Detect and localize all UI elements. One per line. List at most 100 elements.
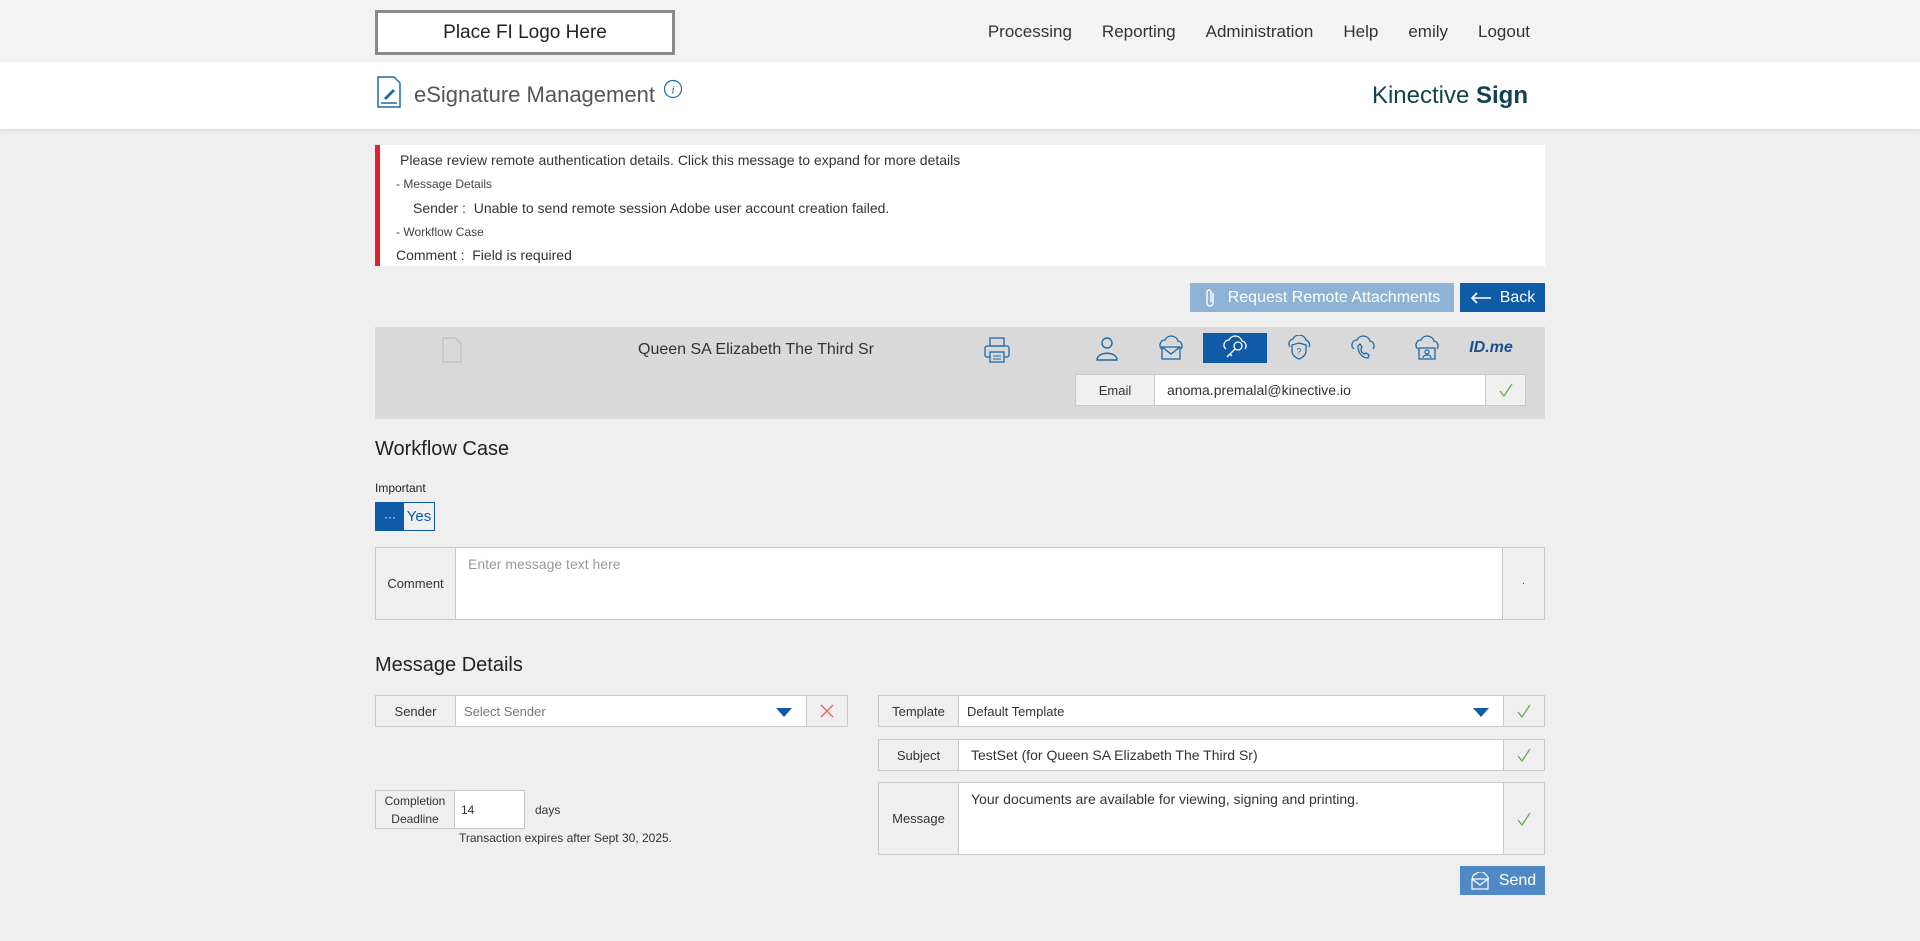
- toggle-knob: ···: [376, 503, 404, 530]
- send-button[interactable]: Send: [1460, 866, 1545, 895]
- cloud-mail-icon: [1159, 335, 1183, 360]
- request-remote-attachments-button[interactable]: Request Remote Attachments: [1190, 283, 1454, 312]
- alert-summary[interactable]: Please review remote authentication deta…: [400, 152, 960, 168]
- auth-cloud-id[interactable]: [1395, 333, 1459, 363]
- important-label: Important: [375, 481, 426, 495]
- subject-valid-indicator: [1503, 740, 1544, 770]
- cloud-phone-icon: [1351, 335, 1375, 359]
- alert-comment-message: Field is required: [472, 247, 572, 263]
- subject-label: Subject: [879, 740, 959, 770]
- nav-item-reporting[interactable]: Reporting: [1102, 22, 1176, 42]
- auth-cloud-key[interactable]: [1203, 333, 1267, 363]
- brand-name-bold: Sign: [1476, 82, 1528, 109]
- alert-sender-error: Sender : Unable to send remote session A…: [413, 200, 889, 216]
- request-remote-attachments-label: Request Remote Attachments: [1227, 288, 1441, 306]
- template-valid-indicator: [1503, 696, 1544, 726]
- sender-row: Sender Select Sender: [375, 695, 848, 727]
- template-select-value: Default Template: [967, 703, 1065, 719]
- person-icon: [1096, 337, 1118, 361]
- alert-sender-field: Sender :: [413, 200, 466, 216]
- checkmark-icon: [1517, 748, 1531, 763]
- checkmark-icon: [1517, 812, 1531, 826]
- sender-select-value: Select Sender: [464, 703, 546, 719]
- completion-deadline-row: Completion Deadline 14 days: [375, 790, 560, 829]
- nav-item-user[interactable]: emily: [1408, 22, 1448, 42]
- close-icon: [820, 704, 834, 718]
- comment-required-indicator: ·: [1503, 548, 1544, 619]
- fi-logo-placeholder: Place FI Logo Here: [375, 10, 675, 55]
- auth-cloud-phone[interactable]: [1331, 333, 1395, 363]
- page-title: eSignature Management: [414, 82, 655, 107]
- completion-deadline-label: Completion Deadline: [375, 790, 455, 829]
- important-toggle[interactable]: ··· Yes: [375, 502, 435, 531]
- email-row: Email anoma.premalal@kinective.io: [1075, 374, 1526, 406]
- subject-row: Subject TestSet (for Queen SA Elizabeth …: [878, 739, 1545, 771]
- authentication-methods: ? ID.me: [1075, 333, 1523, 363]
- sender-select[interactable]: Select Sender: [456, 696, 806, 726]
- template-select[interactable]: Default Template: [959, 696, 1503, 726]
- paperclip-icon: [1206, 288, 1214, 307]
- document-icon[interactable]: [442, 337, 462, 363]
- message-label: Message: [879, 783, 959, 854]
- completion-deadline-input[interactable]: 14: [455, 790, 525, 829]
- signer-name: Queen SA Elizabeth The Third Sr: [638, 341, 874, 358]
- email-valid-indicator: [1486, 374, 1526, 406]
- completion-deadline-unit: days: [535, 802, 561, 817]
- alert-section-message-details[interactable]: - Message Details: [396, 177, 492, 191]
- template-label: Template: [879, 696, 959, 726]
- alert-comment-field: Comment :: [396, 247, 465, 263]
- subject-field[interactable]: TestSet (for Queen SA Elizabeth The Thir…: [959, 740, 1503, 770]
- nav-item-processing[interactable]: Processing: [988, 22, 1072, 42]
- nav-item-logout[interactable]: Logout: [1478, 22, 1530, 42]
- nav-item-help[interactable]: Help: [1343, 22, 1378, 42]
- info-icon[interactable]: i: [663, 79, 683, 99]
- comment-input[interactable]: Enter message text here: [456, 548, 1503, 619]
- svg-text:i: i: [671, 83, 674, 97]
- checkmark-icon: [1498, 383, 1513, 398]
- svg-text:?: ?: [1296, 347, 1301, 357]
- back-button[interactable]: Back: [1460, 283, 1545, 312]
- idme-icon: ID.me: [1469, 339, 1513, 356]
- message-details-title: Message Details: [375, 654, 523, 676]
- email-label: Email: [1075, 374, 1155, 406]
- back-label: Back: [1499, 288, 1536, 306]
- toggle-value: Yes: [406, 508, 432, 525]
- message-valid-indicator: [1503, 783, 1544, 854]
- transaction-expiry-note: Transaction expires after Sept 30, 2025.: [459, 831, 673, 845]
- comment-row: Comment Enter message text here ·: [375, 547, 1545, 620]
- message-row: Message Your documents are available for…: [878, 782, 1545, 855]
- arrow-left-icon: [1470, 291, 1491, 304]
- alert-section-workflow-case[interactable]: - Workflow Case: [396, 225, 484, 239]
- shield-question-icon: ?: [1288, 335, 1311, 360]
- cloud-id-icon: [1415, 335, 1439, 360]
- template-row: Template Default Template: [878, 695, 1545, 727]
- alert-sender-message: Unable to send remote session Adobe user…: [473, 200, 890, 216]
- auth-cloud-mail[interactable]: [1139, 333, 1203, 363]
- signer-panel: Queen SA Elizabeth The Third Sr ? ID.me …: [375, 327, 1545, 419]
- chevron-down-icon: [1473, 708, 1489, 717]
- top-bar: Place FI Logo Here Processing Reporting …: [0, 0, 1920, 62]
- brand-logo: Kinective Sign: [1372, 82, 1528, 110]
- checkmark-icon: [1517, 704, 1531, 719]
- validation-alert[interactable]: Please review remote authentication deta…: [375, 145, 1545, 266]
- sender-label: Sender: [376, 696, 456, 726]
- completion-deadline-label-line2: Deadline: [391, 811, 439, 826]
- auth-person[interactable]: [1075, 333, 1139, 363]
- comment-label: Comment: [376, 548, 456, 619]
- mail-send-icon: [1471, 871, 1489, 890]
- workflow-case-title: Workflow Case: [375, 438, 510, 460]
- nav-item-administration[interactable]: Administration: [1206, 22, 1314, 42]
- printer-icon[interactable]: [983, 336, 1011, 364]
- esignature-document-icon: [377, 76, 401, 108]
- email-field[interactable]: anoma.premalal@kinective.io: [1155, 374, 1486, 406]
- alert-comment-error: Comment : Field is required: [396, 247, 572, 263]
- completion-deadline-label-line1: Completion: [384, 793, 446, 808]
- auth-shield-question[interactable]: ?: [1267, 333, 1331, 363]
- message-field[interactable]: Your documents are available for viewing…: [959, 783, 1503, 854]
- auth-idme[interactable]: ID.me: [1459, 333, 1523, 363]
- cloud-key-icon: [1223, 335, 1247, 358]
- page-header: eSignature Management i Kinective Sign: [0, 62, 1920, 129]
- main-nav: Processing Reporting Administration Help…: [988, 22, 1530, 42]
- brand-name-light: Kinective: [1371, 82, 1476, 109]
- send-label: Send: [1498, 871, 1537, 889]
